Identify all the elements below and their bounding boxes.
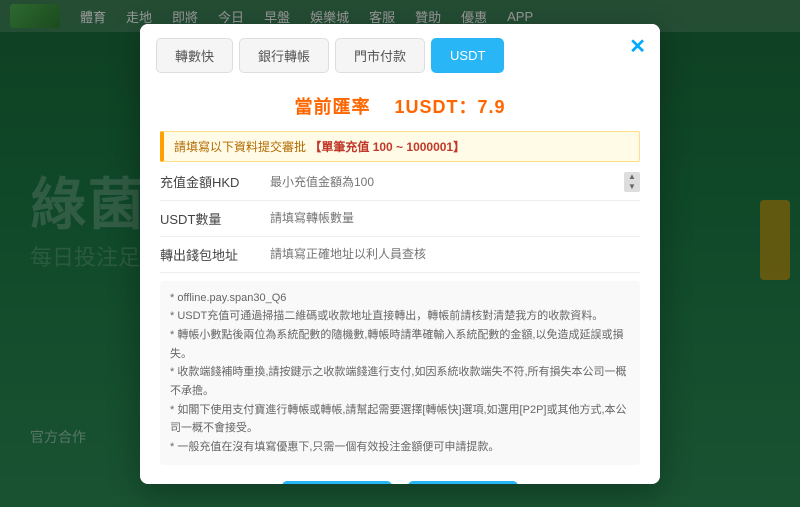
exchange-rate-value: 1USDT：7.9 bbox=[394, 97, 505, 117]
hkd-amount-input[interactable] bbox=[270, 175, 620, 189]
field-hkd-amount: 充值金額HKD ▲ ▼ bbox=[160, 172, 640, 201]
field-wallet-label: 轉出錢包地址 bbox=[160, 245, 270, 264]
tab-transfer-fast[interactable]: 轉數快 bbox=[156, 38, 233, 73]
usdt-quantity-input[interactable] bbox=[270, 211, 640, 225]
wallet-address-input[interactable] bbox=[270, 247, 640, 261]
tab-usdt[interactable]: USDT bbox=[431, 38, 504, 73]
note-4: * 收款端錢補時重換,請按鍵示之收款端錢進行支付,如因系統收款端失不符,所有損失… bbox=[170, 363, 630, 400]
stepper-down[interactable]: ▼ bbox=[624, 182, 640, 192]
note-6: * 一般充值在沒有填寫優惠下,只需一個有效投注金額便可申請提款。 bbox=[170, 438, 630, 457]
close-button[interactable]: ✕ bbox=[629, 34, 646, 59]
stepper-up[interactable]: ▲ bbox=[624, 172, 640, 182]
submit-button[interactable]: 提交 bbox=[408, 481, 518, 484]
field-hkd-label: 充值金額HKD bbox=[160, 172, 270, 191]
field-usdt-label: USDT數量 bbox=[160, 209, 270, 228]
notes-area: * offline.pay.span30_Q6 * USDT充值可通過掃描二維碼… bbox=[160, 281, 640, 465]
exchange-rate: 當前匯率 1USDT：7.9 bbox=[160, 93, 640, 119]
modal-overlay: ✕ 轉數快 銀行轉帳 門市付款 USDT 當前匯率 1USDT：7.9 請填寫以… bbox=[0, 0, 800, 507]
note-1: * offline.pay.span30_Q6 bbox=[170, 289, 630, 308]
payment-tabs: 轉數快 銀行轉帳 門市付款 USDT bbox=[140, 24, 660, 73]
info-range: 【單筆充值 100 ~ 1000001】 bbox=[309, 140, 465, 154]
modal-footer: 返回 提交 bbox=[160, 473, 640, 484]
note-2: * USDT充值可通過掃描二維碼或收款地址直接轉出，轉帳前請核對清楚我方的收款資… bbox=[170, 307, 630, 326]
field-usdt-quantity: USDT數量 bbox=[160, 209, 640, 237]
back-button[interactable]: 返回 bbox=[282, 481, 392, 484]
info-text: 請填寫以下資料提交審批 bbox=[174, 140, 306, 154]
info-box: 請填寫以下資料提交審批 【單筆充值 100 ~ 1000001】 bbox=[160, 131, 640, 162]
note-5: * 如閣下使用支付寶進行轉帳或轉帳,請幫起需要選擇[轉帳快]選項,如選用[P2P… bbox=[170, 401, 630, 438]
amount-stepper: ▲ ▼ bbox=[624, 172, 640, 192]
tab-store-payment[interactable]: 門市付款 bbox=[335, 38, 425, 73]
exchange-rate-label: 當前匯率 bbox=[294, 97, 370, 117]
field-wallet-address: 轉出錢包地址 bbox=[160, 245, 640, 273]
note-3: * 轉帳小數點後兩位為系統配數的隨機數,轉帳時請準確輸入系統配數的金額,以免造成… bbox=[170, 326, 630, 363]
usdt-deposit-modal: ✕ 轉數快 銀行轉帳 門市付款 USDT 當前匯率 1USDT：7.9 請填寫以… bbox=[140, 24, 660, 484]
modal-body: 當前匯率 1USDT：7.9 請填寫以下資料提交審批 【單筆充值 100 ~ 1… bbox=[140, 73, 660, 484]
tab-bank-transfer[interactable]: 銀行轉帳 bbox=[239, 38, 329, 73]
